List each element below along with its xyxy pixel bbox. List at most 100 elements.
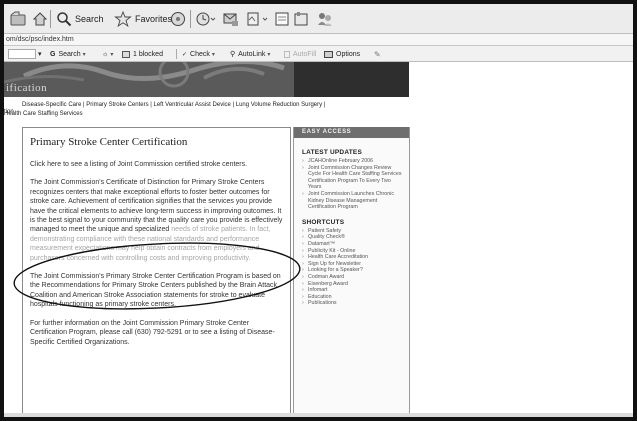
banner-dark-panel <box>294 62 409 97</box>
popup-blocked-icon <box>122 50 130 58</box>
chevron-down-icon: ▾ <box>38 51 42 58</box>
home-button[interactable] <box>32 11 48 27</box>
latest-update-link[interactable]: Joint Commission Launches Chronic Kidney… <box>302 191 405 211</box>
research-button[interactable] <box>293 11 311 27</box>
check-label: Check <box>190 50 210 58</box>
further-info-end: . <box>127 338 130 346</box>
pencil-icon: ✎ <box>374 49 381 59</box>
shortcut-link[interactable]: Datamart™ <box>302 241 405 248</box>
autofill-icon <box>284 50 290 58</box>
easy-access-sidebar: EASY ACCESS LATEST UPDATES JCAHOnline Fe… <box>293 127 410 413</box>
media-button[interactable] <box>170 11 186 27</box>
autofill-label: AutoFill <box>293 50 317 58</box>
home-icon <box>32 12 48 26</box>
search-label: Search <box>75 14 104 24</box>
category-nav: tion Disease-Specific Care | Primary Str… <box>4 101 409 125</box>
shortcut-link[interactable]: Codman Award <box>302 274 405 281</box>
address-url: om/dsc/psc/index.htm <box>6 36 74 43</box>
pagerank-icon: ☼ <box>102 50 109 58</box>
page-title: Primary Stroke Center Certification <box>30 136 188 148</box>
toolbar-separator <box>50 10 51 28</box>
autolink-label: AutoLink <box>238 50 266 58</box>
autolink-button[interactable]: ⚲ AutoLink ▾ <box>230 49 270 59</box>
edit-page-icon <box>247 12 268 26</box>
toolbar-search-label: Search <box>58 50 81 58</box>
discuss-button[interactable] <box>274 11 290 27</box>
discuss-icon <box>275 12 289 26</box>
shortcut-link[interactable]: Publications <box>302 300 405 307</box>
certificate-paragraph: The Joint Commission's Certificate of Di… <box>30 178 284 263</box>
highlight-button[interactable]: ✎ <box>374 49 381 59</box>
history-icon <box>196 12 216 26</box>
autolink-icon: ⚲ <box>230 51 236 58</box>
status-bar <box>4 413 633 417</box>
favorites-label: Favorites <box>135 14 173 24</box>
shortcut-link[interactable]: Publicity Kit - Online <box>302 248 405 255</box>
latest-update-link[interactable]: JCAHOnline February 2006 <box>302 158 405 165</box>
search-button[interactable]: Search <box>56 11 104 27</box>
mail-button[interactable] <box>222 11 240 27</box>
chevron-down-icon: ▾ <box>211 51 215 58</box>
favorites-button[interactable]: Favorites <box>114 11 172 27</box>
options-icon <box>324 50 333 58</box>
stroke-centers-link-paragraph[interactable]: Click here to see a listing of Joint Com… <box>30 160 284 169</box>
star-icon <box>114 11 132 27</box>
latest-updates-list: JCAHOnline February 2006Joint Commission… <box>302 158 405 211</box>
messenger-icon <box>318 13 332 26</box>
shortcut-link[interactable]: Sign Up for Newsletter <box>302 261 405 268</box>
shortcuts-list: Patient SafetyQuality Check®Datamart™Pub… <box>302 228 405 307</box>
browser-toolbar: Search Favorites <box>4 4 633 34</box>
shortcut-link[interactable]: Quality Check® <box>302 234 405 241</box>
further-info-text: For further information on the Joint Com… <box>30 319 250 337</box>
autofill-button[interactable]: AutoFill <box>284 49 316 59</box>
chevron-down-icon: ▾ <box>82 51 86 58</box>
history-button[interactable] <box>196 11 216 27</box>
search-icon <box>57 12 72 27</box>
back-button[interactable] <box>10 11 28 27</box>
popup-blocker-button[interactable]: 1 blocked <box>122 49 163 59</box>
shortcut-link[interactable]: Health Care Accreditation <box>302 254 405 261</box>
pagerank-button[interactable]: ☼ ▾ <box>102 49 113 59</box>
category-nav-links[interactable]: Disease-Specific Care | Primary Stroke C… <box>22 101 409 110</box>
further-info-paragraph: For further information on the Joint Com… <box>30 319 284 347</box>
options-label: Options <box>336 50 361 58</box>
latest-updates-heading: LATEST UPDATES <box>302 149 362 156</box>
folder-back-icon <box>10 11 26 26</box>
toolbar-separator <box>190 10 191 28</box>
spellcheck-button[interactable]: ✓ Check ▾ <box>182 49 215 59</box>
program-basis-paragraph: The Joint Commission's Primary Stroke Ce… <box>30 273 281 309</box>
chevron-down-icon: ▾ <box>267 51 271 58</box>
abc-check-icon: ✓ <box>182 51 188 58</box>
latest-updates-section: LATEST UPDATES JCAHOnline February 2006J… <box>294 149 409 211</box>
banner-swirl-graphic <box>4 62 285 88</box>
shortcut-link[interactable]: Eisenberg Award <box>302 281 405 288</box>
edit-button[interactable] <box>246 11 270 27</box>
messenger-button[interactable] <box>316 11 334 27</box>
toolbar-separator <box>176 49 177 59</box>
toolbar-search-box[interactable] <box>8 49 36 59</box>
research-icon <box>294 12 308 26</box>
blocked-label: 1 blocked <box>133 50 163 58</box>
mail-icon <box>223 13 238 26</box>
media-icon <box>171 12 185 26</box>
g-search-icon: G <box>50 50 56 58</box>
main-content: Primary Stroke Center Certification Clic… <box>22 127 291 413</box>
empty-page-area <box>410 62 633 413</box>
easy-access-header: EASY ACCESS <box>294 127 409 138</box>
category-nav-links-2[interactable]: Health Care Staffing Services <box>4 110 409 119</box>
banner-graphic <box>4 62 294 97</box>
shortcuts-heading: SHORTCUTS <box>302 218 345 226</box>
chevron-down-icon: ▾ <box>110 51 114 58</box>
toolbar-search-button[interactable]: G Search ▾ <box>50 49 86 59</box>
category-nav-prefix: tion <box>4 109 14 115</box>
toolbar-search-dropdown[interactable]: ▾ <box>38 49 42 59</box>
address-bar[interactable]: om/dsc/psc/index.htm <box>4 34 633 46</box>
shortcut-link[interactable]: Education <box>302 294 405 301</box>
shortcuts-section: SHORTCUTS Patient SafetyQuality Check®Da… <box>294 219 409 307</box>
site-header-banner: ification <box>4 62 409 97</box>
shortcut-link[interactable]: Looking for a Speaker? <box>302 267 405 274</box>
shortcut-link[interactable]: Infomart <box>302 287 405 294</box>
latest-update-link[interactable]: Joint Commission Changes Review Cycle Fo… <box>302 165 405 191</box>
options-button[interactable]: Options <box>324 49 360 59</box>
banner-title: ification <box>6 82 48 94</box>
